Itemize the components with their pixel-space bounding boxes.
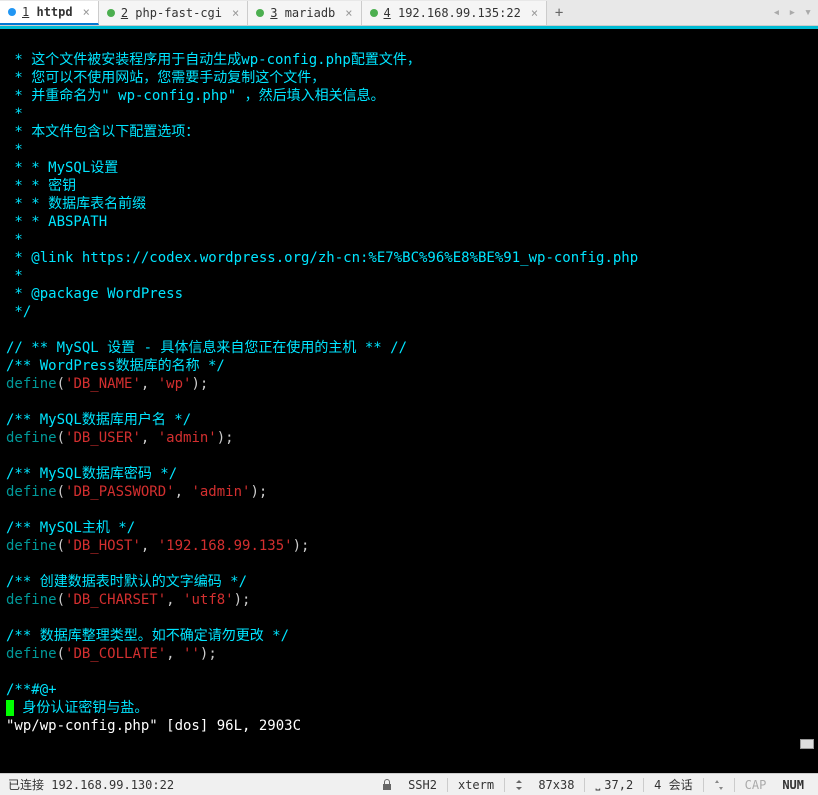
status-bar: 已连接 192.168.99.130:22 SSH2 xterm 87x38 ⎵… <box>0 773 818 795</box>
comment-line: /**#@+ <box>6 682 57 698</box>
comment-line: * 这个文件被安装程序用于自动生成wp-config.php配置文件， <box>6 52 421 68</box>
terminal-size: 87x38 <box>509 778 580 792</box>
separator <box>643 778 644 792</box>
comment-line: * 并重命名为" wp-config.php" ，然后填入相关信息。 <box>6 88 385 104</box>
comment-line: * <box>6 106 23 122</box>
num-lock-indicator: NUM <box>776 778 810 792</box>
code-line: define('DB_COLLATE', ''); <box>6 646 217 662</box>
resize-icon <box>515 780 523 790</box>
tab-label: 1 httpd <box>22 5 73 19</box>
comment-line: /** WordPress数据库的名称 */ <box>6 358 225 374</box>
comment-line: * * 数据库表名前缀 <box>6 196 146 212</box>
separator <box>703 778 704 792</box>
tab-prev-icon[interactable]: ◂ <box>773 5 781 20</box>
traffic-icon <box>708 780 730 790</box>
comment-line: * * 密钥 <box>6 178 76 194</box>
comment-line: // ** MySQL 设置 - 具体信息来自您正在使用的主机 ** // <box>6 340 407 356</box>
close-icon[interactable]: × <box>232 6 239 20</box>
code-line: define('DB_CHARSET', 'utf8'); <box>6 592 250 608</box>
terminal-type: xterm <box>452 778 500 792</box>
add-tab-button[interactable]: + <box>547 5 571 21</box>
comment-line: */ <box>6 304 31 320</box>
tab-mariadb[interactable]: 3 mariadb × <box>248 1 361 25</box>
tab-next-icon[interactable]: ▸ <box>788 5 796 20</box>
session-count: 4 会话 <box>648 776 698 793</box>
code-line: define('DB_USER', 'admin'); <box>6 430 234 446</box>
comment-line: * @link https://codex.wordpress.org/zh-c… <box>6 250 638 266</box>
separator <box>447 778 448 792</box>
tab-menu-icon[interactable]: ▾ <box>804 5 812 20</box>
comment-line: * * MySQL设置 <box>6 160 118 176</box>
comment-line: * <box>6 268 23 284</box>
comment-line: * 本文件包含以下配置选项： <box>6 124 199 140</box>
tab-php-fast-cgi[interactable]: 2 php-fast-cgi × <box>99 1 248 25</box>
cursor <box>6 700 14 716</box>
terminal[interactable]: * 这个文件被安装程序用于自动生成wp-config.php配置文件， * 您可… <box>0 29 818 773</box>
separator <box>734 778 735 792</box>
caps-lock-indicator: CAP <box>739 778 773 792</box>
status-dot-icon <box>256 9 264 17</box>
status-dot-icon <box>107 9 115 17</box>
comment-line: /** MySQL数据库密码 */ <box>6 466 177 482</box>
comment-line: * <box>6 142 23 158</box>
ssh-protocol: SSH2 <box>402 778 443 792</box>
scroll-indicator-icon[interactable] <box>800 739 814 749</box>
comment-line: * <box>6 232 23 248</box>
comment-line: /** 创建数据表时默认的文字编码 */ <box>6 574 247 590</box>
code-line: define('DB_PASSWORD', 'admin'); <box>6 484 267 500</box>
separator <box>584 778 585 792</box>
tab-httpd[interactable]: 1 httpd × <box>0 1 99 25</box>
connection-status: 已连接 192.168.99.130:22 <box>8 776 372 793</box>
close-icon[interactable]: × <box>83 5 90 19</box>
close-icon[interactable]: × <box>345 6 352 20</box>
tab-nav: ◂ ▸ ▾ <box>773 5 818 20</box>
tab-label: 4 192.168.99.135:22 <box>384 6 521 20</box>
code-line: define('DB_HOST', '192.168.99.135'); <box>6 538 309 554</box>
separator <box>504 778 505 792</box>
cursor-position: ⎵ 37,2 <box>589 777 639 792</box>
tab-label: 2 php-fast-cgi <box>121 6 222 20</box>
comment-line: /** 数据库整理类型。如不确定请勿更改 */ <box>6 628 289 644</box>
code-line: define('DB_NAME', 'wp'); <box>6 376 208 392</box>
comment-line: * 您可以不使用网站，您需要手动复制这个文件， <box>6 70 325 86</box>
tab-label: 3 mariadb <box>270 6 335 20</box>
comment-line: /** MySQL主机 */ <box>6 520 135 536</box>
comment-line: * * ABSPATH <box>6 214 107 230</box>
status-dot-icon <box>370 9 378 17</box>
close-icon[interactable]: × <box>531 6 538 20</box>
code-line: 身份认证密钥与盐。 <box>6 700 148 716</box>
lock-icon <box>376 779 398 791</box>
comment-line: * @package WordPress <box>6 286 183 302</box>
tab-ip-session[interactable]: 4 192.168.99.135:22 × <box>362 1 548 25</box>
comment-line: /** MySQL数据库用户名 */ <box>6 412 191 428</box>
vim-status: "wp/wp-config.php" [dos] 96L, 2903C <box>6 718 301 734</box>
status-dot-icon <box>8 8 16 16</box>
tab-bar: 1 httpd × 2 php-fast-cgi × 3 mariadb × 4… <box>0 0 818 26</box>
